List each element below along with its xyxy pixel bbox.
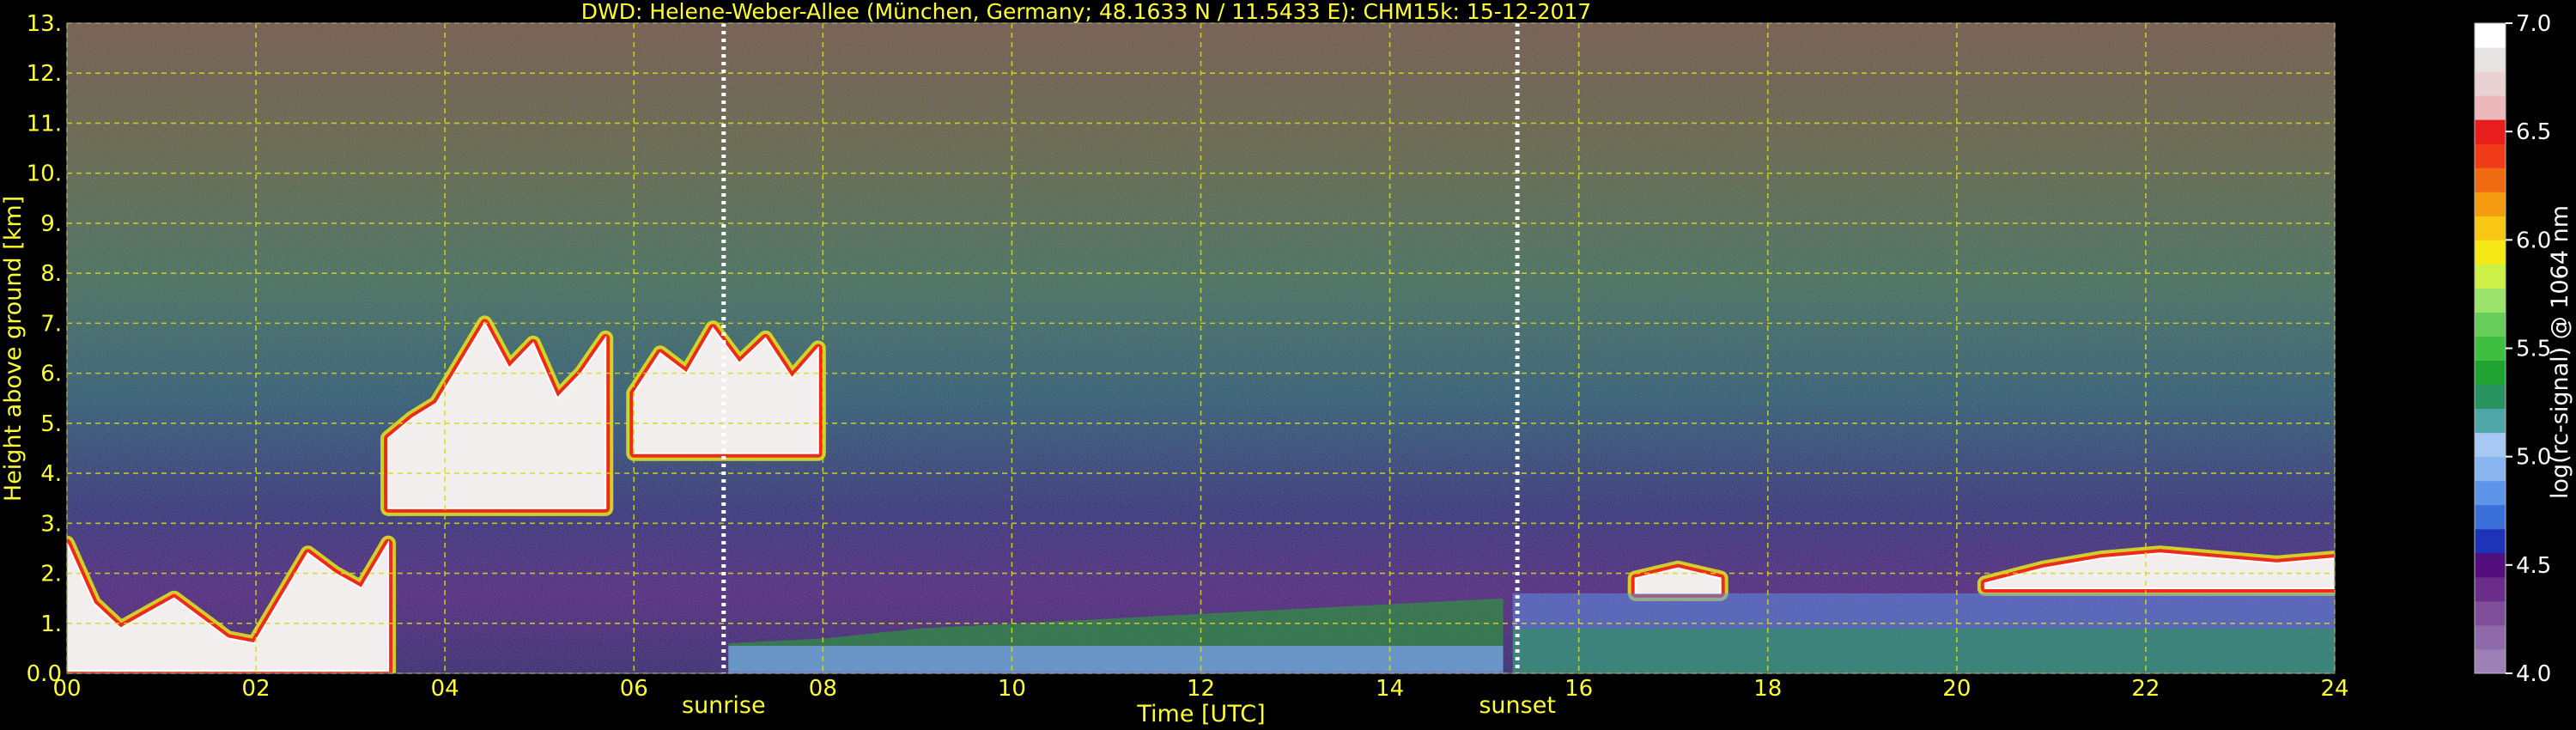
colorbar-swatch	[2475, 336, 2506, 362]
x-tick-label: 22	[2131, 676, 2160, 702]
event-label-sunrise: sunrise	[682, 692, 766, 719]
colorbar-swatch	[2475, 47, 2506, 72]
colorbar: 4.04.55.05.56.06.57.0	[2474, 11, 2551, 687]
evening-aerosol-core	[1512, 628, 2335, 673]
y-tick-label: 12.	[27, 61, 62, 87]
colorbar-swatch	[2475, 408, 2506, 434]
y-tick-label: 11.	[27, 111, 62, 137]
x-tick-label: 02	[242, 676, 270, 702]
x-tick-label: 04	[431, 676, 459, 702]
y-tick-label: 8.	[40, 261, 62, 287]
x-tick-label: 18	[1753, 676, 1782, 702]
colorbar-swatch	[2475, 384, 2506, 410]
x-axis-label: Time [UTC]	[1136, 701, 1265, 727]
x-tick-label: 24	[2320, 676, 2348, 702]
y-tick-label: 2.	[40, 562, 62, 587]
y-tick-label: 5.	[40, 411, 62, 437]
colorbar-tick-label: 7.0	[2516, 11, 2551, 37]
colorbar-swatch	[2475, 504, 2506, 530]
y-tick-label: 6.	[40, 362, 62, 387]
colorbar-swatch	[2475, 240, 2506, 265]
colorbar-swatch	[2475, 624, 2506, 650]
colorbar-swatch	[2475, 480, 2506, 506]
colorbar-swatch	[2475, 600, 2506, 626]
chart-title: DWD: Helene-Weber-Allee (München, German…	[581, 0, 1591, 24]
x-tick-label: 16	[1564, 676, 1593, 702]
colorbar-swatch	[2475, 119, 2506, 144]
x-tick-label: 14	[1376, 676, 1404, 702]
colorbar-swatch	[2475, 552, 2506, 578]
x-tick-label: 12	[1187, 676, 1215, 702]
colorbar-swatch	[2475, 528, 2506, 554]
colorbar-swatch	[2475, 576, 2506, 602]
colorbar-swatch	[2475, 432, 2506, 458]
colorbar-swatch	[2475, 71, 2506, 96]
colorbar-label: log(rc-signal) @ 1064 nm	[2547, 205, 2573, 499]
y-tick-label: 3.	[40, 511, 62, 537]
y-tick-label: 10.	[27, 161, 62, 187]
colorbar-swatch	[2475, 167, 2506, 192]
x-tick-label: 06	[620, 676, 648, 702]
colorbar-swatch	[2475, 456, 2506, 482]
colorbar-swatch	[2475, 143, 2506, 168]
colorbar-swatch	[2475, 216, 2506, 240]
y-tick-label: 9.	[40, 211, 62, 237]
colorbar-swatch	[2475, 288, 2506, 313]
colorbar-swatch	[2475, 23, 2506, 48]
y-tick-label: 1.	[40, 611, 62, 637]
x-tick-label: 08	[809, 676, 837, 702]
colorbar-swatch	[2475, 648, 2506, 674]
y-tick-label: 0.0	[27, 661, 62, 687]
x-tick-label: 20	[1942, 676, 1971, 702]
colorbar-swatch	[2475, 264, 2506, 289]
layer-aerosol_day-blue	[728, 645, 1504, 673]
colorbar-swatch	[2475, 192, 2506, 216]
colorbar-swatch	[2475, 360, 2506, 386]
colorbar-swatch	[2475, 312, 2506, 337]
colorbar-tick-label: 4.5	[2516, 553, 2551, 579]
y-tick-label: 4.	[40, 461, 62, 487]
colorbar-swatch	[2475, 95, 2506, 120]
event-label-sunset: sunset	[1479, 692, 1556, 719]
colorbar-tick-label: 6.5	[2516, 119, 2551, 145]
colorbar-tick-label: 4.0	[2516, 661, 2551, 687]
ceilometer-chart: DWD: Helene-Weber-Allee (München, German…	[0, 0, 2573, 727]
y-axis-label: Height above ground [km]	[0, 196, 27, 502]
x-tick-label: 10	[998, 676, 1026, 702]
y-tick-label: 7.	[40, 311, 62, 337]
y-tick-label: 13.	[27, 11, 62, 37]
